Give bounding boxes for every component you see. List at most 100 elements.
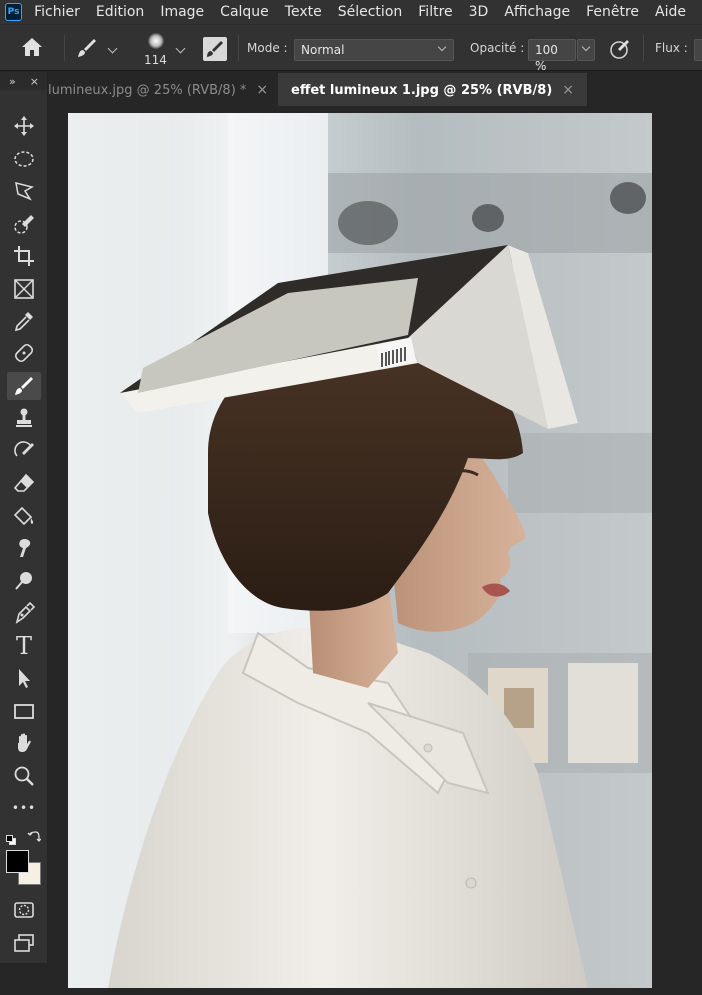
hand-tool[interactable]	[7, 729, 41, 757]
menu-fichier[interactable]: Fichier	[34, 4, 80, 20]
document-canvas[interactable]	[49, 106, 702, 995]
menu-affichage[interactable]: Affichage	[504, 4, 570, 20]
crop-tool[interactable]	[7, 242, 41, 270]
close-icon[interactable]: ×	[562, 82, 574, 98]
polygonal-lasso-tool[interactable]	[7, 177, 41, 205]
brush-tip-preview-icon	[148, 33, 164, 49]
spot-healing-tool[interactable]	[7, 339, 41, 367]
pen-tool[interactable]	[7, 599, 41, 627]
tab-label: lumineux.jpg @ 25% (RVB/8) *	[48, 82, 247, 98]
ellipse-marquee-icon	[14, 151, 34, 167]
hand-icon	[18, 733, 31, 752]
edit-toolbar-button[interactable]: •••	[7, 794, 41, 822]
swap-arrows-icon	[27, 831, 42, 842]
rectangle-tool[interactable]	[7, 697, 41, 725]
brush-panel-icon	[207, 41, 223, 57]
brush-settings-panel-button[interactable]	[203, 37, 227, 61]
frame-tool[interactable]	[7, 275, 41, 303]
menu-fenetre[interactable]: Fenêtre	[586, 4, 639, 20]
pressure-opacity-button[interactable]	[608, 37, 632, 65]
mode-label: Mode :	[247, 41, 288, 55]
quick-mask-icon	[14, 902, 34, 918]
arrow-cursor-icon	[19, 669, 30, 688]
eraser-icon	[13, 473, 35, 492]
zoom-tool[interactable]	[7, 762, 41, 790]
close-panel-icon[interactable]: ×	[30, 75, 39, 88]
menu-selection[interactable]: Sélection	[338, 4, 403, 20]
quick-selection-icon	[14, 215, 34, 234]
chevron-down-icon[interactable]	[175, 43, 186, 54]
menu-edition[interactable]: Edition	[96, 4, 144, 20]
tools-panel-header: » ×	[0, 72, 47, 90]
dodge-tool[interactable]	[7, 567, 41, 595]
tools-panel: » × T •••	[0, 72, 48, 964]
frame-icon	[14, 279, 34, 299]
type-tool[interactable]: T	[7, 632, 41, 660]
menu-calque[interactable]: Calque	[220, 4, 269, 20]
menu-aide[interactable]: Aide	[655, 4, 686, 20]
options-bar: 114 Mode : Normal Opacité : 100 % Flux :…	[0, 24, 702, 73]
tab-lumineux[interactable]: lumineux.jpg @ 25% (RVB/8) * ×	[48, 73, 283, 107]
menu-filtre[interactable]: Filtre	[418, 4, 452, 20]
pen-icon	[15, 602, 35, 624]
smudge-tool[interactable]	[7, 534, 41, 562]
chevron-down-icon	[581, 42, 591, 52]
home-button[interactable]	[20, 36, 44, 62]
smudge-icon	[19, 538, 31, 557]
brush-size-picker[interactable]: 114	[143, 31, 169, 67]
flow-label: Flux :	[655, 41, 688, 55]
photo-image	[68, 113, 652, 988]
eraser-tool[interactable]	[7, 469, 41, 497]
default-colors-button[interactable]	[6, 830, 16, 845]
tab-effet-lumineux-1[interactable]: effet lumineux 1.jpg @ 25% (RVB/8) ×	[278, 73, 587, 107]
default-colors-icon	[6, 835, 16, 845]
menu-3d[interactable]: 3D	[469, 4, 489, 20]
eyedropper-icon	[14, 312, 33, 332]
brush-preset-button[interactable]	[76, 37, 98, 63]
woman-with-book-photo	[68, 113, 652, 988]
menu-bar: Ps Fichier Edition Image Calque Texte Sé…	[0, 0, 702, 24]
path-selection-tool[interactable]	[7, 664, 41, 692]
quick-selection-tool[interactable]	[7, 210, 41, 238]
chevron-down-icon	[437, 42, 447, 52]
document-tab-bar: lumineux.jpg @ 25% (RVB/8) * × effet lum…	[0, 70, 702, 107]
move-icon	[14, 116, 34, 136]
history-brush-tool[interactable]	[7, 437, 41, 465]
lasso-icon	[15, 181, 34, 201]
close-icon[interactable]: ×	[256, 82, 268, 98]
move-tool[interactable]	[7, 112, 41, 140]
brush-size-value: 114	[144, 53, 167, 67]
opacity-dropdown-button[interactable]	[577, 39, 595, 61]
swap-colors-button[interactable]	[27, 829, 42, 843]
mode-select[interactable]: Normal	[294, 39, 454, 61]
type-icon: T	[15, 632, 32, 660]
quick-mask-button[interactable]	[7, 896, 41, 924]
brush-tool[interactable]	[7, 372, 41, 400]
crop-icon	[14, 246, 34, 266]
home-icon	[22, 38, 42, 56]
photoshop-logo[interactable]: Ps	[5, 3, 23, 21]
chevron-down-icon[interactable]	[107, 43, 118, 54]
ellipse-marquee-tool[interactable]	[7, 145, 41, 173]
dodge-icon	[15, 572, 32, 590]
rectangle-icon	[14, 704, 34, 719]
opacity-input[interactable]: 100 %	[528, 39, 576, 73]
magnifier-icon	[14, 766, 34, 786]
eyedropper-tool[interactable]	[7, 307, 41, 335]
screen-mode-button[interactable]	[7, 929, 41, 957]
paint-bucket-tool[interactable]	[7, 502, 41, 530]
menu-texte[interactable]: Texte	[285, 4, 322, 20]
paint-bucket-icon	[13, 506, 34, 526]
foreground-color-swatch[interactable]	[6, 850, 29, 873]
more-icon: •••	[11, 801, 37, 815]
collapse-panel-icon[interactable]: »	[9, 75, 16, 88]
clone-stamp-tool[interactable]	[7, 404, 41, 432]
history-brush-icon	[14, 441, 34, 457]
menu-image[interactable]: Image	[160, 4, 204, 20]
brush-icon	[78, 39, 96, 57]
screen-mode-icon	[14, 934, 34, 952]
opacity-label: Opacité :	[470, 41, 525, 55]
opacity-value: 100 %	[535, 43, 558, 73]
stamp-icon	[16, 408, 32, 427]
flow-input[interactable]: 1	[694, 39, 702, 61]
